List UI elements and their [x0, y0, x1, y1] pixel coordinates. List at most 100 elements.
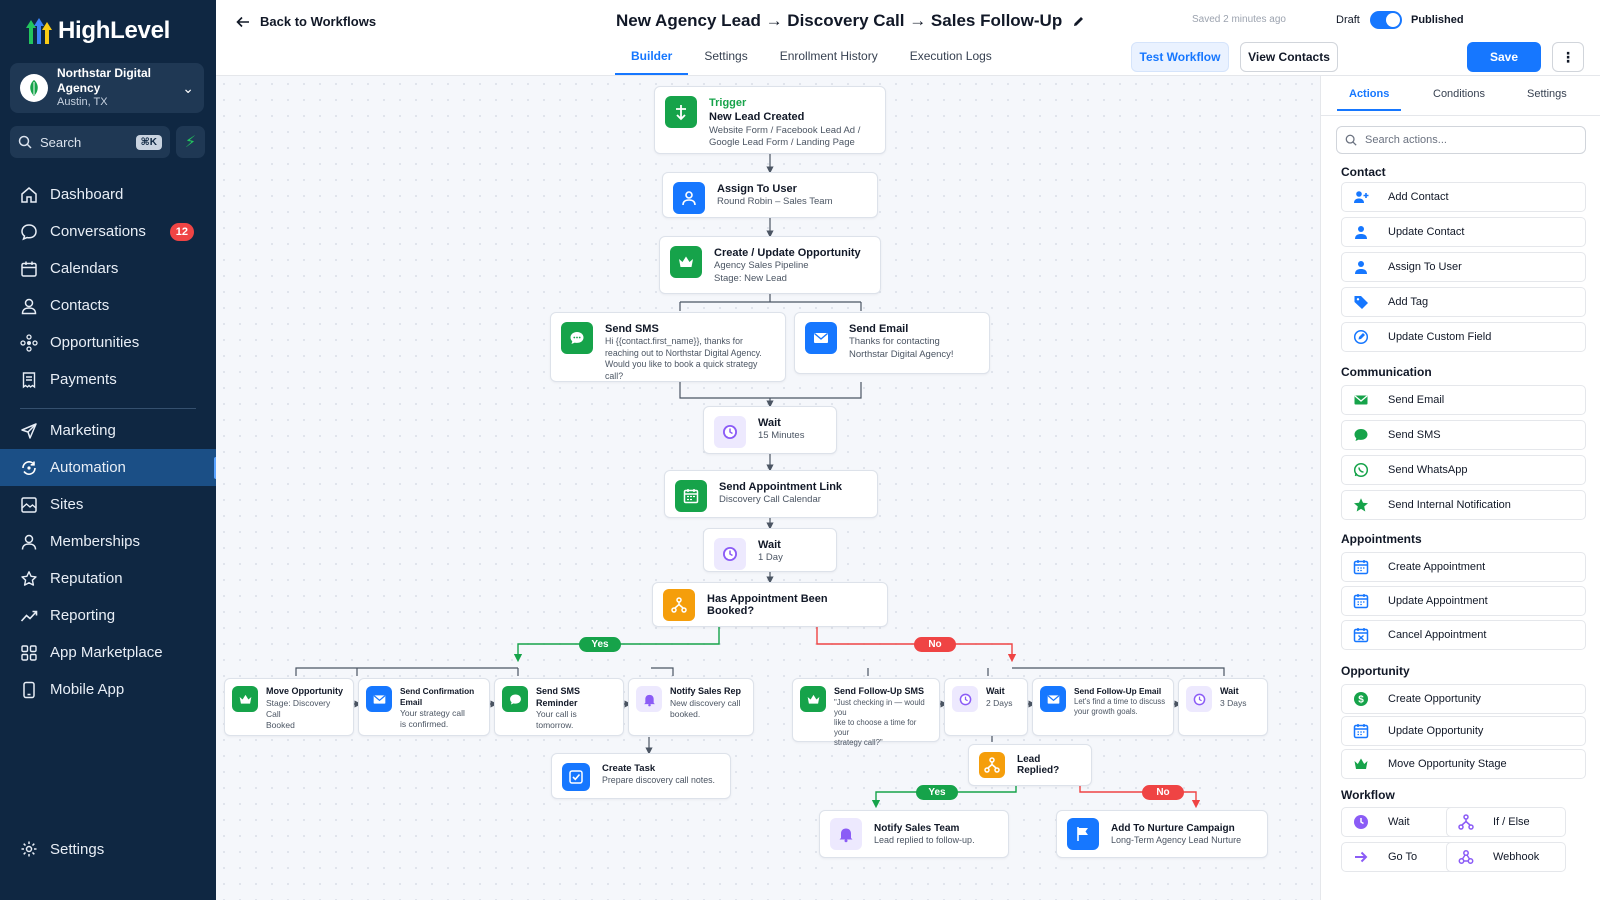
- account-switcher[interactable]: Northstar Digital Agency Austin, TX ⌄: [10, 63, 204, 113]
- branch-icon: [663, 588, 695, 621]
- node-title: Send Appointment Link: [719, 481, 843, 493]
- sidebar-item-dashboard[interactable]: Dashboard: [0, 176, 216, 213]
- sidebar-item-mobile-app[interactable]: Mobile App: [0, 671, 216, 708]
- opportunity-node[interactable]: Create / Update Opportunity Agency Sales…: [659, 236, 881, 294]
- leaf-icon: [30, 80, 38, 96]
- workflow-title[interactable]: New Agency Lead → Discovery Call → Sales…: [616, 11, 1085, 31]
- action-if-else[interactable]: If / Else: [1446, 807, 1566, 837]
- sidebar-item-marketing[interactable]: Marketing: [0, 412, 216, 449]
- action-webhook[interactable]: Webhook: [1446, 842, 1566, 872]
- send-email-node[interactable]: Send Email Thanks for contacting Northst…: [794, 312, 990, 374]
- sidebar-item-automation[interactable]: Automation: [0, 449, 218, 486]
- action-label: Update Custom Field: [1388, 331, 1492, 343]
- quick-actions-button[interactable]: ⚡: [176, 126, 205, 158]
- sidebar-item-app-marketplace[interactable]: App Marketplace: [0, 634, 216, 671]
- flag-icon: [1067, 818, 1099, 850]
- assign-user-node[interactable]: Assign To User Round Robin – Sales Team: [662, 172, 878, 218]
- wait-node[interactable]: Wait 3 Days: [1178, 678, 1268, 736]
- confirmation-email-node[interactable]: Send Confirmation Email Your strategy ca…: [358, 678, 490, 736]
- action-wait[interactable]: Wait: [1341, 807, 1461, 837]
- node-subtitle: is confirmed.: [400, 718, 449, 729]
- panel-tab-actions[interactable]: Actions: [1337, 88, 1402, 111]
- sidebar-item-reputation[interactable]: Reputation: [0, 560, 216, 597]
- wait-node[interactable]: Wait 15 Minutes: [703, 406, 837, 454]
- create-task-node[interactable]: Create Task Prepare discovery call notes…: [551, 753, 731, 799]
- trigger-node[interactable]: Trigger New Lead Created Website Form / …: [654, 86, 886, 154]
- tab-settings[interactable]: Settings: [688, 46, 763, 75]
- more-options-button[interactable]: ⋮: [1552, 42, 1584, 72]
- send-sms-node[interactable]: Send SMS Hi {{contact.first_name}}, than…: [550, 312, 786, 382]
- action-update-contact[interactable]: Update Contact: [1341, 217, 1586, 247]
- notify-sales-rep-node[interactable]: Notify Sales Rep New discovery call book…: [628, 678, 754, 736]
- action-create-opportunity[interactable]: $ Create Opportunity: [1341, 684, 1586, 714]
- panel-tab-settings[interactable]: Settings: [1527, 88, 1567, 100]
- node-subtitle: 3 Days: [1220, 697, 1247, 708]
- sidebar-item-memberships[interactable]: Memberships: [0, 523, 216, 560]
- action-move-opportunity-stage[interactable]: Move Opportunity Stage: [1341, 749, 1586, 779]
- sidebar-item-calendars[interactable]: Calendars: [0, 250, 216, 287]
- tab-execution-logs[interactable]: Execution Logs: [894, 46, 1008, 75]
- back-to-workflows-link[interactable]: Back to Workflows: [236, 14, 376, 29]
- tab-enrollment-history[interactable]: Enrollment History: [764, 46, 894, 75]
- move-opportunity-node[interactable]: Move Opportunity Stage: Discovery Call B…: [224, 678, 354, 736]
- action-update-opportunity[interactable]: Update Opportunity: [1341, 716, 1586, 746]
- appointment-link-node[interactable]: Send Appointment Link Discovery Call Cal…: [664, 470, 878, 518]
- star-icon: [1352, 496, 1370, 514]
- condition-node[interactable]: Has Appointment Been Booked?: [652, 582, 888, 627]
- test-workflow-button[interactable]: Test Workflow: [1131, 42, 1229, 72]
- search-label: Search: [40, 134, 82, 150]
- sidebar-item-sites[interactable]: Sites: [0, 486, 216, 523]
- node-subtitle: Let's find a time to discuss: [1074, 696, 1166, 706]
- wait-node[interactable]: Wait 1 Day: [703, 528, 837, 572]
- panel-tab-conditions[interactable]: Conditions: [1433, 88, 1485, 100]
- action-send-whatsapp[interactable]: Send WhatsApp: [1341, 455, 1586, 485]
- action-add-tag[interactable]: Add Tag: [1341, 287, 1586, 317]
- save-button[interactable]: Save: [1467, 42, 1541, 72]
- follow-up-sms-node[interactable]: Send Follow-Up SMS "Just checking in — w…: [792, 678, 940, 747]
- sidebar-item-settings[interactable]: Settings: [0, 832, 216, 866]
- arrow-right-icon: [1352, 848, 1370, 866]
- node-title: Has Appointment Been Booked?: [707, 592, 828, 617]
- action-go-to[interactable]: Go To: [1341, 842, 1461, 872]
- action-update-custom-field[interactable]: Update Custom Field: [1341, 322, 1586, 352]
- node-subtitle: Hi {{contact.first_name}}, thanks for: [605, 336, 743, 347]
- trend-icon: [20, 607, 38, 625]
- action-cancel-appointment[interactable]: Cancel Appointment: [1341, 620, 1586, 650]
- sidebar-item-contacts[interactable]: Contacts: [0, 287, 216, 324]
- sidebar-item-label: Dashboard: [50, 186, 124, 203]
- action-search-input[interactable]: Search actions...: [1336, 126, 1586, 154]
- action-send-sms[interactable]: Send SMS: [1341, 420, 1586, 450]
- wait-node[interactable]: Wait 2 Days: [944, 678, 1028, 736]
- action-label: Cancel Appointment: [1388, 629, 1487, 641]
- search-icon: [18, 135, 32, 149]
- logo-icon: [26, 18, 52, 44]
- brand-logo[interactable]: HighLevel: [22, 14, 170, 48]
- nurture-campaign-node[interactable]: Add To Nurture Campaign Long-Term Agency…: [1056, 810, 1268, 858]
- follow-up-email-node[interactable]: Send Follow-Up Email Let's find a time t…: [1032, 678, 1174, 736]
- sms-reminder-node[interactable]: Send SMS Reminder Your call is tomorrow.: [494, 678, 624, 736]
- action-send-email[interactable]: Send Email: [1341, 385, 1586, 415]
- sidebar-item-conversations[interactable]: Conversations 12: [0, 213, 216, 250]
- action-add-contact[interactable]: Add Contact: [1341, 182, 1586, 212]
- action-update-appointment[interactable]: Update Appointment: [1341, 586, 1586, 616]
- branch-icon: [979, 752, 1005, 778]
- sidebar-search[interactable]: Search ⌘K: [10, 126, 170, 158]
- notify-sales-team-node[interactable]: Notify Sales Team Lead replied to follow…: [819, 810, 1009, 858]
- node-title: Send SMS: [605, 323, 659, 335]
- sidebar-item-label: App Marketplace: [50, 644, 163, 661]
- sidebar-item-reporting[interactable]: Reporting: [0, 597, 216, 634]
- action-assign-user[interactable]: Assign To User: [1341, 252, 1586, 282]
- node-title: Move Opportunity: [266, 686, 343, 696]
- phone-icon: [20, 681, 38, 699]
- edit-icon[interactable]: [1072, 15, 1085, 28]
- action-send-internal-notification[interactable]: Send Internal Notification: [1341, 490, 1586, 520]
- view-contacts-button[interactable]: View Contacts: [1240, 42, 1338, 72]
- sidebar-item-opportunities[interactable]: Opportunities: [0, 324, 216, 361]
- action-create-appointment[interactable]: Create Appointment: [1341, 552, 1586, 582]
- sidebar-divider: [20, 408, 196, 409]
- sidebar-item-payments[interactable]: Payments: [0, 361, 216, 398]
- tab-builder[interactable]: Builder: [615, 46, 689, 75]
- workflow-canvas[interactable]: Trigger New Lead Created Website Form / …: [216, 76, 1320, 900]
- publish-toggle[interactable]: [1370, 11, 1402, 29]
- lead-replied-condition-node[interactable]: Lead Replied?: [968, 744, 1092, 786]
